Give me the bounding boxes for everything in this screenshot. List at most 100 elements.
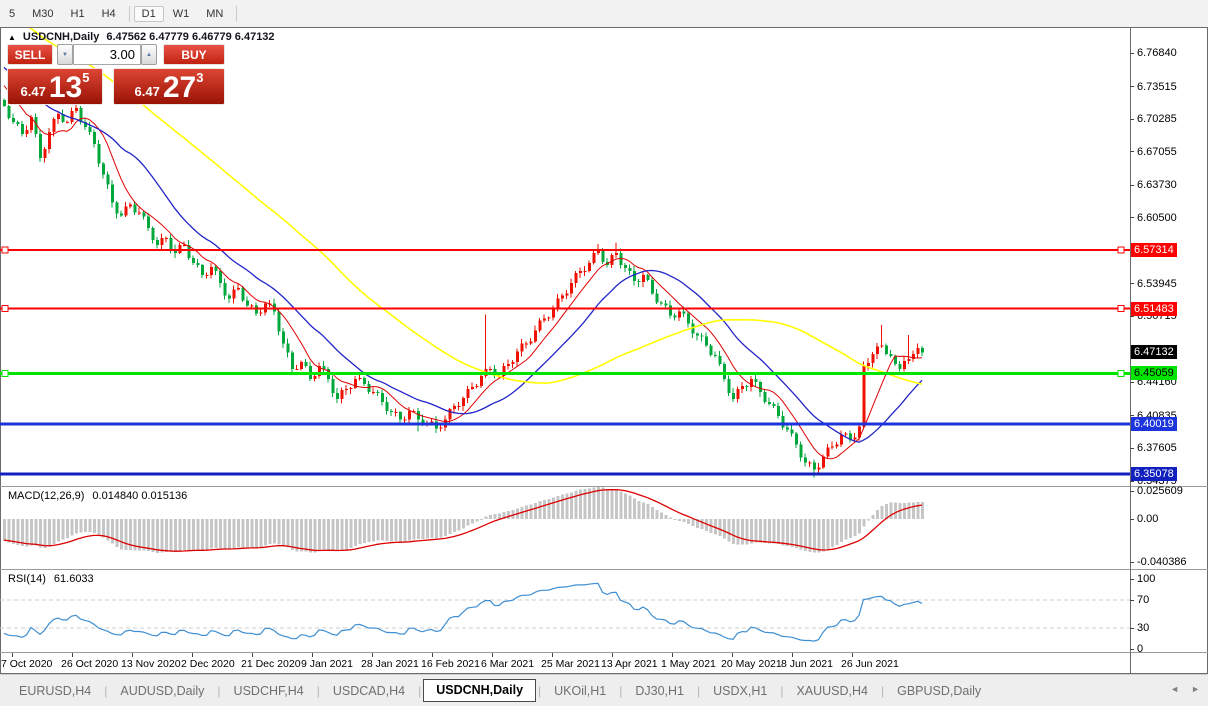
- timeframe-toolbar: 5M30H1H4 D1W1MN: [0, 0, 1208, 27]
- timeframe-button-H1[interactable]: H1: [63, 6, 93, 22]
- tab-usdchf-h4[interactable]: USDCHF,H4: [221, 678, 317, 704]
- volume-input[interactable]: 3.00: [73, 44, 141, 65]
- date-axis-label: 20 May 2021: [721, 658, 782, 670]
- tab-ukoil-h1[interactable]: UKOil,H1: [541, 678, 619, 704]
- rsi-chart[interactable]: [0, 570, 1130, 652]
- chart-tab-bar: ◄ ► EURUSD,H4|AUDUSD,Daily|USDCHF,H4|USD…: [0, 674, 1208, 706]
- line-handle[interactable]: [1118, 247, 1124, 253]
- macd-axis-tick: [1130, 491, 1134, 492]
- price-axis-tick: [1130, 217, 1134, 218]
- date-axis-tick: [252, 653, 253, 657]
- price-axis-tick: [1130, 283, 1134, 284]
- date-axis-tick: [792, 653, 793, 657]
- rsi-axis-tick: [1130, 649, 1134, 650]
- macd-axis-label: 0.025609: [1137, 485, 1183, 497]
- panel-separator-macd[interactable]: [0, 486, 1208, 487]
- rsi-line: [4, 583, 922, 641]
- rsi-value: 61.6033: [54, 573, 94, 585]
- level-price-badge: 6.51483: [1131, 302, 1177, 316]
- toolbar-separator: [129, 6, 130, 22]
- date-axis-label: 2 Dec 2020: [181, 658, 235, 670]
- rsi-label: RSI(14) 61.6033: [8, 573, 94, 585]
- timeframe-button-D1[interactable]: D1: [134, 6, 164, 22]
- chevron-up-icon: ▲: [146, 52, 152, 58]
- price-axis-label: 6.37605: [1137, 442, 1177, 454]
- sell-price-sup: 5: [82, 70, 89, 85]
- rsi-axis-label: 0: [1137, 643, 1143, 655]
- level-lines-layer[interactable]: [0, 247, 1130, 474]
- tab-separator: |: [418, 684, 421, 698]
- line-handle[interactable]: [1118, 370, 1124, 376]
- volume-increase-button[interactable]: ▲: [141, 44, 157, 65]
- date-axis-label: 1 May 2021: [661, 658, 716, 670]
- date-axis-tick: [72, 653, 73, 657]
- collapse-icon[interactable]: ▲: [8, 33, 16, 42]
- date-axis-label: 16 Feb 2021: [421, 658, 480, 670]
- tab-usdcnh-daily[interactable]: USDCNH,Daily: [423, 679, 536, 702]
- volume-decrease-button[interactable]: ▼: [57, 44, 73, 65]
- chart-ohlc-values: 6.47562 6.47779 6.46779 6.47132: [106, 31, 274, 43]
- date-axis-tick: [732, 653, 733, 657]
- timeframe-button-W1[interactable]: W1: [165, 6, 198, 22]
- tab-usdx-h1[interactable]: USDX,H1: [700, 678, 780, 704]
- toolbar-separator: [236, 6, 237, 22]
- line-handle[interactable]: [2, 247, 8, 253]
- price-axis-tick: [1130, 119, 1134, 120]
- tab-eurusd-h4[interactable]: EURUSD,H4: [6, 678, 104, 704]
- date-axis-tick: [672, 653, 673, 657]
- rsi-axis-tick: [1130, 600, 1134, 601]
- macd-axis-label: 0.00: [1137, 513, 1158, 525]
- timeframe-button-M30[interactable]: M30: [24, 6, 61, 22]
- sell-button[interactable]: SELL: [7, 44, 53, 65]
- date-axis-label: 13 Apr 2021: [601, 658, 658, 670]
- date-axis-tick: [312, 653, 313, 657]
- panel-separator-rsi[interactable]: [0, 569, 1208, 570]
- rsi-axis-tick: [1130, 579, 1134, 580]
- sell-price-prefix: 6.47: [21, 84, 46, 100]
- tab-audusd-daily[interactable]: AUDUSD,Daily: [107, 678, 217, 704]
- price-axis-tick: [1130, 316, 1134, 317]
- macd-axis-tick: [1130, 562, 1134, 563]
- date-axis-tick: [372, 653, 373, 657]
- sell-price-box[interactable]: 6.47 13 5: [7, 68, 103, 105]
- date-axis-tick: [132, 653, 133, 657]
- date-axis-label: 7 Oct 2020: [1, 658, 52, 670]
- macd-label: MACD(12,26,9) 0.014840 0.015136: [8, 490, 187, 502]
- tab-scroll-right-icon[interactable]: ►: [1191, 684, 1200, 694]
- date-axis-label: 25 Mar 2021: [541, 658, 600, 670]
- timeframe-button-MN[interactable]: MN: [198, 6, 231, 22]
- date-axis-label: 13 Nov 2020: [121, 658, 181, 670]
- price-axis-tick: [1130, 151, 1134, 152]
- date-axis: 7 Oct 2020 26 Oct 202013 Nov 20202 Dec 20…: [0, 653, 1130, 673]
- chart-header: ▲ USDCNH,Daily 6.47562 6.47779 6.46779 6…: [8, 31, 275, 43]
- date-axis-label: 26 Oct 2020: [61, 658, 118, 670]
- tab-gbpusd-daily[interactable]: GBPUSD,Daily: [884, 678, 994, 704]
- date-axis-label: 6 Mar 2021: [481, 658, 534, 670]
- level-price-badge: 6.40019: [1131, 417, 1177, 431]
- date-axis-tick: [852, 653, 853, 657]
- buy-button[interactable]: BUY: [163, 44, 225, 65]
- tab-usdcad-h4[interactable]: USDCAD,H4: [320, 678, 418, 704]
- price-axis-label: 6.70285: [1137, 113, 1177, 125]
- timeframe-button-5[interactable]: 5: [1, 6, 23, 22]
- line-handle[interactable]: [2, 370, 8, 376]
- price-axis-label: 6.73515: [1137, 81, 1177, 93]
- rsi-name: RSI(14): [8, 573, 46, 585]
- tab-dj30-h1[interactable]: DJ30,H1: [622, 678, 697, 704]
- buy-price-big: 27: [163, 75, 196, 100]
- tab-xauusd-h4[interactable]: XAUUSD,H4: [783, 678, 881, 704]
- timeframe-button-H4[interactable]: H4: [94, 6, 124, 22]
- date-axis-label: 26 Jun 2021: [841, 658, 899, 670]
- date-axis-tick: [12, 653, 13, 657]
- macd-axis-label: -0.040386: [1137, 556, 1187, 568]
- date-axis-tick: [192, 653, 193, 657]
- date-axis-label: 21 Dec 2020: [241, 658, 301, 670]
- line-handle[interactable]: [1118, 306, 1124, 312]
- date-axis-tick: [552, 653, 553, 657]
- line-handle[interactable]: [2, 306, 8, 312]
- tab-scroll-arrows: ◄ ►: [1170, 684, 1200, 694]
- current-price-badge: 6.47132: [1131, 345, 1177, 359]
- tab-scroll-left-icon[interactable]: ◄: [1170, 684, 1179, 694]
- price-axis-label: 6.63730: [1137, 179, 1177, 191]
- buy-price-box[interactable]: 6.47 27 3: [113, 68, 225, 105]
